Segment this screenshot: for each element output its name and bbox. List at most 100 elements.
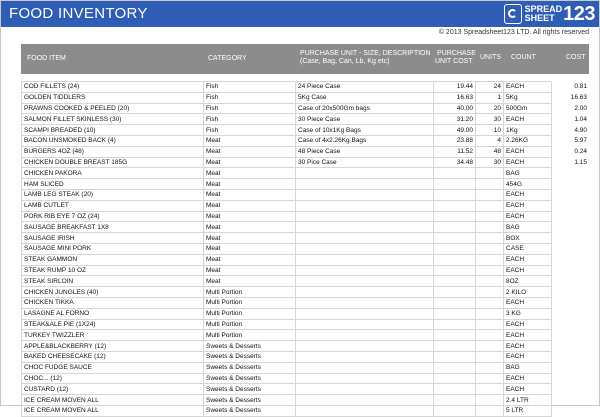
cell-purchase-cost[interactable]: 16.63	[433, 91, 476, 104]
cell-category[interactable]: Meat	[203, 221, 296, 234]
cell-food-item[interactable]: CHOC FUDGE SAUCE	[21, 361, 204, 374]
cell-category[interactable]: Multi Portion	[203, 296, 296, 309]
cell-purchase-cost[interactable]	[433, 296, 476, 309]
cell-count[interactable]: 2.26KG	[503, 134, 552, 147]
cell-cost[interactable]	[552, 200, 590, 211]
cell-units[interactable]	[475, 329, 504, 342]
cell-units[interactable]	[475, 275, 504, 288]
cell-food-item[interactable]: STEAK GAMMON	[21, 253, 204, 266]
cell-count[interactable]: 8OZ	[503, 275, 552, 288]
cell-units[interactable]	[475, 253, 504, 266]
cell-units[interactable]: 10	[475, 124, 504, 136]
cell-purchase-cost[interactable]: 31.20	[433, 113, 476, 126]
cell-purchase-unit[interactable]	[295, 188, 434, 201]
cell-category[interactable]: Meat	[203, 264, 296, 277]
cell-purchase-cost[interactable]	[433, 167, 476, 180]
cell-category[interactable]: Meat	[203, 134, 296, 147]
cell-food-item[interactable]: STEAK RUMP 10 OZ	[21, 264, 204, 277]
cell-purchase-cost[interactable]	[433, 275, 476, 288]
cell-purchase-cost[interactable]	[433, 404, 476, 417]
cell-purchase-cost[interactable]	[433, 232, 476, 244]
cell-cost[interactable]	[552, 189, 590, 200]
cell-count[interactable]: EACH	[503, 199, 552, 212]
cell-units[interactable]: 30	[475, 113, 504, 126]
cell-count[interactable]: 5 LTR	[503, 404, 552, 417]
cell-purchase-unit[interactable]: 30 Pice Case	[295, 156, 434, 169]
cell-category[interactable]: Meat	[203, 253, 296, 266]
cell-units[interactable]	[475, 199, 504, 212]
cell-purchase-cost[interactable]	[433, 286, 476, 298]
cell-cost[interactable]	[552, 276, 590, 287]
cell-category[interactable]: Multi Portion	[203, 307, 296, 320]
cell-category[interactable]: Multi Portion	[203, 286, 296, 298]
cell-count[interactable]: EACH	[503, 264, 552, 277]
cell-units[interactable]	[475, 372, 504, 385]
cell-category[interactable]: Meat	[203, 167, 296, 180]
cell-purchase-cost[interactable]: 19.44	[433, 81, 476, 93]
cell-purchase-cost[interactable]	[433, 307, 476, 320]
cell-purchase-unit[interactable]	[295, 210, 434, 223]
cell-units[interactable]	[475, 307, 504, 320]
cell-purchase-cost[interactable]	[433, 253, 476, 266]
cell-purchase-cost[interactable]	[433, 329, 476, 342]
cell-food-item[interactable]: CHOC... (12)	[21, 372, 204, 385]
cell-units[interactable]: 24	[475, 81, 504, 93]
cell-category[interactable]: Sweets & Desserts	[203, 350, 296, 363]
cell-purchase-unit[interactable]	[295, 242, 434, 255]
cell-food-item[interactable]: LASAGNE AL FORNO	[21, 307, 204, 320]
cell-purchase-unit[interactable]	[295, 350, 434, 363]
cell-units[interactable]: 30	[475, 156, 504, 169]
cell-cost[interactable]	[552, 308, 590, 319]
cell-purchase-unit[interactable]: 5Kg Case	[295, 91, 434, 104]
cell-food-item[interactable]: BURGERS 4OZ (48)	[21, 145, 204, 158]
cell-cost[interactable]	[552, 233, 590, 244]
cell-purchase-cost[interactable]	[433, 221, 476, 234]
cell-cost[interactable]	[552, 405, 590, 416]
cell-purchase-cost[interactable]	[433, 178, 476, 190]
cell-count[interactable]: BOX	[503, 232, 552, 244]
cell-units[interactable]	[475, 340, 504, 352]
cell-cost[interactable]	[552, 351, 590, 362]
cell-count[interactable]: BAG	[503, 167, 552, 180]
cell-count[interactable]: EACH	[503, 253, 552, 266]
cell-count[interactable]: EACH	[503, 113, 552, 126]
cell-purchase-unit[interactable]: 48 Piece Case	[295, 145, 434, 158]
cell-units[interactable]: 20	[475, 102, 504, 115]
cell-count[interactable]: EACH	[503, 156, 552, 169]
cell-units[interactable]	[475, 178, 504, 190]
cell-cost[interactable]: 5.97	[552, 135, 590, 146]
cell-food-item[interactable]: GOLDEN TIDDLERS	[21, 91, 204, 104]
cell-category[interactable]: Fish	[203, 91, 296, 104]
cell-purchase-cost[interactable]: 23.88	[433, 134, 476, 147]
cell-food-item[interactable]: ICE CREAM MOVEN ALL	[21, 394, 204, 406]
cell-category[interactable]: Meat	[203, 145, 296, 158]
cell-cost[interactable]: 2.00	[552, 103, 590, 114]
cell-purchase-cost[interactable]	[433, 318, 476, 331]
cell-purchase-unit[interactable]	[295, 199, 434, 212]
cell-purchase-unit[interactable]	[295, 404, 434, 417]
cell-count[interactable]: CASE	[503, 242, 552, 255]
cell-purchase-unit[interactable]	[295, 394, 434, 406]
cell-category[interactable]: Meat	[203, 178, 296, 190]
cell-units[interactable]	[475, 264, 504, 277]
cell-category[interactable]: Fish	[203, 102, 296, 115]
cell-cost[interactable]: 0.81	[552, 82, 590, 93]
cell-category[interactable]: Meat	[203, 275, 296, 288]
cell-purchase-unit[interactable]	[295, 296, 434, 309]
cell-cost[interactable]: 16.63	[552, 92, 590, 103]
cell-cost[interactable]	[552, 330, 590, 341]
cell-count[interactable]: 3 KG	[503, 307, 552, 320]
cell-count[interactable]: 454G	[503, 178, 552, 190]
cell-category[interactable]: Sweets & Desserts	[203, 383, 296, 396]
cell-food-item[interactable]: SCAMPI BREADED (10)	[21, 124, 204, 136]
cell-purchase-unit[interactable]	[295, 232, 434, 244]
cell-purchase-cost[interactable]: 11.52	[433, 145, 476, 158]
cell-purchase-unit[interactable]: Case of 4x2.26Kg Bags	[295, 134, 434, 147]
cell-cost[interactable]	[552, 297, 590, 308]
cell-food-item[interactable]: COD FILLETS (24)	[21, 81, 204, 93]
cell-count[interactable]: BAG	[503, 221, 552, 234]
cell-cost[interactable]	[552, 211, 590, 222]
cell-count[interactable]: EACH	[503, 318, 552, 331]
cell-purchase-cost[interactable]	[433, 242, 476, 255]
cell-cost[interactable]	[552, 265, 590, 276]
